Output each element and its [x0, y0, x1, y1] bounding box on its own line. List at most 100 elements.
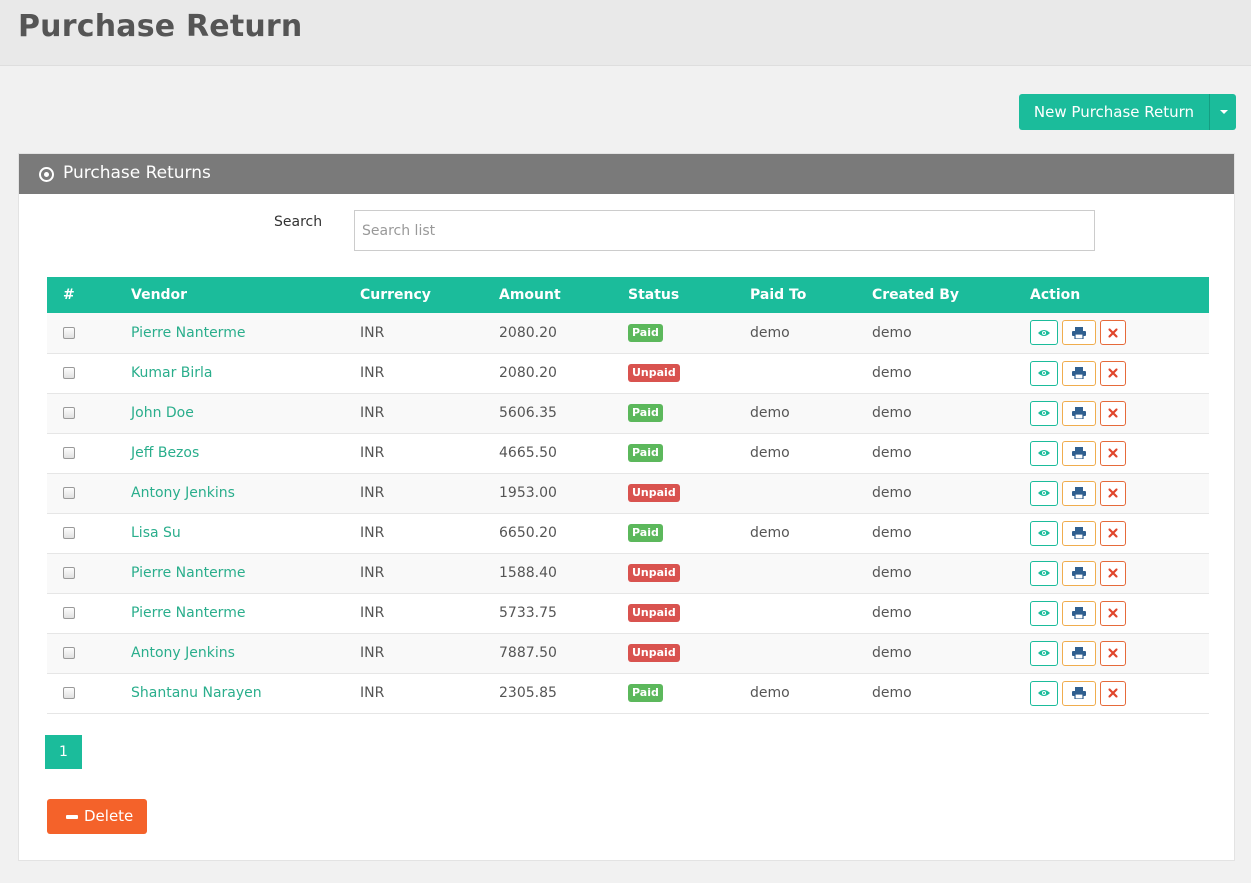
- print-button[interactable]: [1062, 600, 1096, 626]
- action-cell: [1030, 673, 1209, 713]
- created-by-cell: demo: [872, 445, 912, 461]
- print-button[interactable]: [1062, 440, 1096, 466]
- print-button[interactable]: [1062, 520, 1096, 546]
- created-by-cell: demo: [872, 525, 912, 541]
- print-button[interactable]: [1062, 400, 1096, 426]
- print-button[interactable]: [1062, 480, 1096, 506]
- view-button[interactable]: [1030, 560, 1058, 586]
- purchase-returns-panel: Purchase Returns Search # Vendor Currenc…: [18, 153, 1235, 861]
- status-badge: Unpaid: [628, 564, 680, 582]
- vendor-cell: Antony Jenkins: [131, 633, 360, 673]
- row-checkbox[interactable]: [63, 687, 75, 699]
- view-button[interactable]: [1030, 400, 1058, 426]
- currency-cell: INR: [360, 565, 385, 581]
- print-button[interactable]: [1062, 320, 1096, 346]
- paid-to-cell: demo: [750, 324, 790, 341]
- row-checkbox[interactable]: [63, 527, 75, 539]
- vendor-link[interactable]: Pierre Nanterme: [131, 325, 245, 341]
- row-checkbox[interactable]: [63, 447, 75, 459]
- table-row: Antony Jenkins INR 7887.50 Unpaid demo: [47, 633, 1209, 673]
- amount-cell: 5733.75: [499, 605, 557, 621]
- view-button[interactable]: [1030, 480, 1058, 506]
- vendor-cell: Lisa Su: [131, 513, 360, 553]
- vendor-link[interactable]: Shantanu Narayen: [131, 685, 262, 701]
- table-row: Lisa Su INR 6650.20 Paid demo demo: [47, 513, 1209, 553]
- table-row: Antony Jenkins INR 1953.00 Unpaid demo: [47, 473, 1209, 513]
- view-button[interactable]: [1030, 440, 1058, 466]
- paid-to-cell: [750, 553, 872, 593]
- panel-heading: Purchase Returns: [19, 154, 1234, 194]
- status-badge: Unpaid: [628, 484, 680, 502]
- status-cell: Paid: [628, 673, 750, 713]
- row-checkbox[interactable]: [63, 567, 75, 579]
- print-button[interactable]: [1062, 640, 1096, 666]
- created-by-cell: demo: [872, 685, 912, 701]
- amount-cell: 2080.20: [499, 324, 557, 341]
- delete-button[interactable]: Delete: [47, 799, 147, 834]
- vendor-link[interactable]: John Doe: [131, 405, 194, 421]
- remove-button[interactable]: [1100, 560, 1126, 586]
- column-header-created-by: Created By: [872, 287, 960, 303]
- remove-button[interactable]: [1100, 640, 1126, 666]
- action-cell: [1030, 553, 1209, 593]
- remove-button[interactable]: [1100, 520, 1126, 546]
- table-row: Jeff Bezos INR 4665.50 Paid demo demo: [47, 433, 1209, 473]
- remove-button[interactable]: [1100, 680, 1126, 706]
- action-cell: [1030, 633, 1209, 673]
- vendor-link[interactable]: Kumar Birla: [131, 365, 213, 381]
- status-cell: Paid: [628, 513, 750, 553]
- status-cell: Paid: [628, 393, 750, 433]
- vendor-cell: Pierre Nanterme: [131, 593, 360, 633]
- vendor-link[interactable]: Pierre Nanterme: [131, 605, 245, 621]
- row-checkbox[interactable]: [63, 647, 75, 659]
- row-checkbox[interactable]: [63, 607, 75, 619]
- column-header-currency: Currency: [360, 287, 431, 303]
- row-checkbox[interactable]: [63, 367, 75, 379]
- new-purchase-return-button[interactable]: New Purchase Return: [1019, 94, 1209, 130]
- row-select-cell: [47, 393, 131, 433]
- currency-cell: INR: [360, 405, 385, 421]
- search-input[interactable]: [354, 210, 1095, 251]
- view-button[interactable]: [1030, 640, 1058, 666]
- table-row: Kumar Birla INR 2080.20 Unpaid demo: [47, 353, 1209, 393]
- column-header-vendor: Vendor: [131, 287, 188, 303]
- currency-cell: INR: [360, 645, 385, 661]
- status-cell: Unpaid: [628, 353, 750, 393]
- status-badge: Unpaid: [628, 364, 680, 382]
- pagination-page-1[interactable]: 1: [45, 735, 82, 769]
- vendor-link[interactable]: Antony Jenkins: [131, 645, 235, 661]
- row-select-cell: [47, 353, 131, 393]
- table-row: Pierre Nanterme INR 1588.40 Unpaid demo: [47, 553, 1209, 593]
- view-button[interactable]: [1030, 360, 1058, 386]
- remove-button[interactable]: [1100, 360, 1126, 386]
- view-button[interactable]: [1030, 320, 1058, 346]
- remove-button[interactable]: [1100, 480, 1126, 506]
- print-button[interactable]: [1062, 680, 1096, 706]
- remove-button[interactable]: [1100, 440, 1126, 466]
- vendor-link[interactable]: Lisa Su: [131, 525, 181, 541]
- remove-button[interactable]: [1100, 400, 1126, 426]
- print-button[interactable]: [1062, 560, 1096, 586]
- status-badge: Paid: [628, 444, 663, 462]
- dropdown-toggle-button[interactable]: [1209, 94, 1236, 130]
- row-select-cell: [47, 313, 131, 353]
- vendor-cell: Antony Jenkins: [131, 473, 360, 513]
- row-checkbox[interactable]: [63, 326, 75, 339]
- remove-button[interactable]: [1100, 320, 1126, 346]
- remove-button[interactable]: [1100, 600, 1126, 626]
- view-button[interactable]: [1030, 600, 1058, 626]
- view-button[interactable]: [1030, 520, 1058, 546]
- table-body: Pierre Nanterme INR 2080.20 Paid demo demo Kum…: [47, 313, 1209, 713]
- vendor-link[interactable]: Pierre Nanterme: [131, 565, 245, 581]
- row-checkbox[interactable]: [63, 407, 75, 419]
- view-button[interactable]: [1030, 680, 1058, 706]
- vendor-link[interactable]: Jeff Bezos: [131, 445, 199, 461]
- vendor-link[interactable]: Antony Jenkins: [131, 485, 235, 501]
- action-cell: [1030, 593, 1209, 633]
- print-button[interactable]: [1062, 360, 1096, 386]
- column-header-amount: Amount: [499, 287, 561, 303]
- currency-cell: INR: [360, 605, 385, 621]
- currency-cell: INR: [360, 485, 385, 501]
- created-by-cell: demo: [872, 605, 912, 621]
- row-checkbox[interactable]: [63, 487, 75, 499]
